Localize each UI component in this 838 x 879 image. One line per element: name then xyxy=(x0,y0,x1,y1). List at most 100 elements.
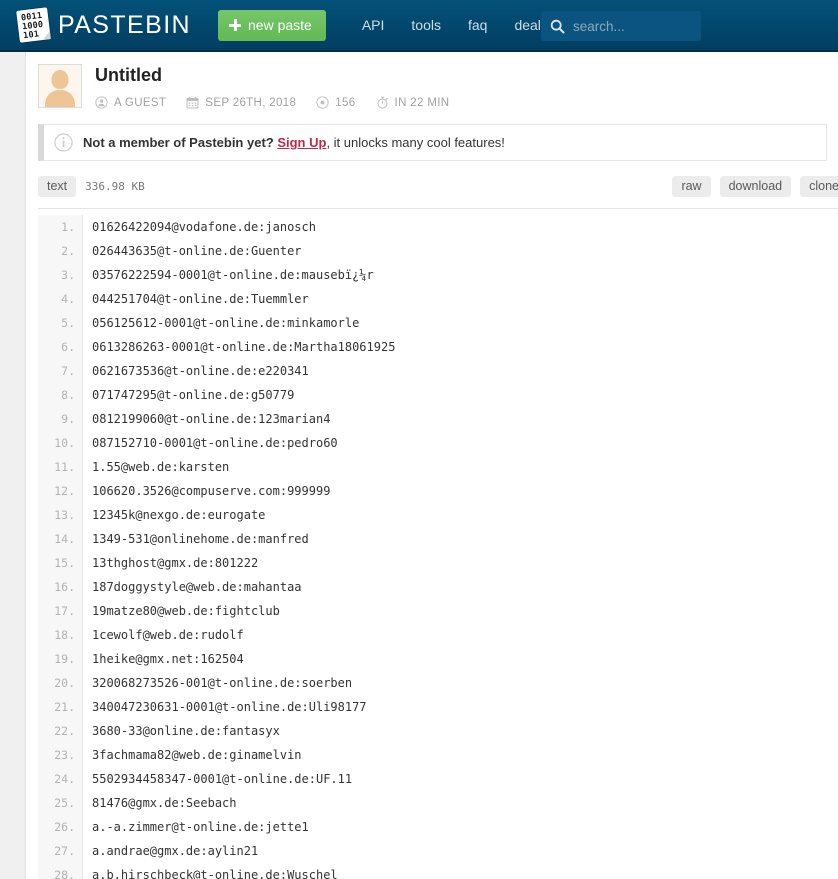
eye-icon xyxy=(316,96,329,109)
avatar xyxy=(38,64,82,108)
clone-button[interactable]: clone xyxy=(800,176,838,197)
pastebin-logo-icon: 0011 1000 101 xyxy=(16,7,51,43)
code-line: 3680-33@online.de:fantasyx xyxy=(92,724,280,738)
line-number: 25. xyxy=(54,796,75,810)
code-line: 03576222594-0001@t-online.de:mausebï¿¼r xyxy=(92,268,374,282)
code-line: 3fachmama82@web.de:ginamelvin xyxy=(92,748,302,762)
code-line: 0621673536@t-online.de:e220341 xyxy=(92,364,309,378)
line-number: 27. xyxy=(54,844,75,858)
code-line: 01626422094@vodafone.de:janosch xyxy=(92,220,316,234)
meta-author: A GUEST xyxy=(95,96,166,109)
meta-author-text: A GUEST xyxy=(114,96,167,109)
paste-toolbar: text 336.98 KB raw download clone xyxy=(38,176,838,209)
code-line: 81476@gmx.de:Seebach xyxy=(92,796,237,810)
raw-button[interactable]: raw xyxy=(672,176,711,197)
line-number: 8. xyxy=(61,388,75,402)
code-line: 320068273526-001@t-online.de:soerben xyxy=(92,676,353,690)
paste-title: Untitled xyxy=(95,65,162,85)
page-body: Untitled A GUEST SEP 26TH, 2018 156 IN 2… xyxy=(0,52,838,879)
search-input[interactable] xyxy=(573,18,688,34)
code-line: 5502934458347-0001@t-online.de:UF.11 xyxy=(92,772,353,786)
logo-bit-line: 101 xyxy=(22,29,40,42)
line-number: 14. xyxy=(54,532,75,546)
content-panel: Untitled A GUEST SEP 26TH, 2018 156 IN 2… xyxy=(25,52,838,879)
stopwatch-icon xyxy=(377,96,388,109)
line-number: 11. xyxy=(54,460,75,474)
code-line: 087152710-0001@t-online.de:pedro60 xyxy=(92,436,338,450)
line-number: 4. xyxy=(61,292,75,306)
line-number: 20. xyxy=(54,676,75,690)
code-line: 0613286263-0001@t-online.de:Martha180619… xyxy=(92,340,396,354)
meta-views-text: 156 xyxy=(335,96,356,109)
search-icon xyxy=(550,19,565,33)
signup-alert-suffix: , it unlocks many cool features! xyxy=(326,135,505,150)
line-number: 12. xyxy=(54,484,75,498)
code-line: a.-a.zimmer@t-online.de:jette1 xyxy=(92,820,309,834)
code-line: 13thghost@gmx.de:801222 xyxy=(92,556,259,570)
line-number: 9. xyxy=(61,412,75,426)
code-line: 340047230631-0001@t-online.de:Uli98177 xyxy=(92,700,367,714)
line-number: 1. xyxy=(61,220,75,234)
pastebin-logo[interactable]: 0011 1000 101 PASTEBIN xyxy=(16,7,191,43)
nav-link-faq[interactable]: faq xyxy=(468,17,487,33)
format-button[interactable]: text xyxy=(38,176,77,197)
paste-metadata: A GUEST SEP 26TH, 2018 156 IN 22 MIN xyxy=(95,96,469,109)
code-line: 1heike@gmx.net:162504 xyxy=(92,652,244,666)
line-number-gutter: 1. 2. 3. 4. 5. 6. 7. 8. 9. 10. 11. 12. 13. 14. 15. 16. 1… xyxy=(38,215,83,879)
line-number: 22. xyxy=(54,724,75,738)
line-number: 18. xyxy=(54,628,75,642)
line-number: 3. xyxy=(61,268,75,282)
nav-link-tools[interactable]: tools xyxy=(411,17,441,33)
top-navigation-bar: 0011 1000 101 PASTEBIN new paste API too… xyxy=(0,0,838,52)
meta-expiry: IN 22 MIN xyxy=(376,96,450,109)
signup-alert-prefix: Not a member of Pastebin yet? xyxy=(83,135,278,150)
sign-up-link[interactable]: Sign Up xyxy=(277,135,326,150)
line-number: 2. xyxy=(61,244,75,258)
user-icon xyxy=(95,96,108,109)
calendar-icon xyxy=(186,96,199,109)
line-number: 23. xyxy=(54,748,75,762)
line-number: 15. xyxy=(54,556,75,570)
line-number: 19. xyxy=(54,652,75,666)
code-line: a.andrae@gmx.de:aylin21 xyxy=(92,844,259,858)
line-number: 26. xyxy=(54,820,75,834)
line-number: 6. xyxy=(61,340,75,354)
code-line: 056125612-0001@t-online.de:minkamorle xyxy=(92,316,360,330)
code-line: 071747295@t-online.de:g50779 xyxy=(92,388,295,402)
meta-date: SEP 26TH, 2018 xyxy=(186,96,296,109)
line-number: 16. xyxy=(54,580,75,594)
code-line: 1cewolf@web.de:rudolf xyxy=(92,628,244,642)
paste-header: Untitled A GUEST SEP 26TH, 2018 156 IN 2… xyxy=(26,52,838,114)
code-line: 1349-531@onlinehome.de:manfred xyxy=(92,532,309,546)
code-line: 044251704@t-online.de:Tuemmler xyxy=(92,292,309,306)
code-line: 1.55@web.de:karsten xyxy=(92,460,230,474)
meta-views: 156 xyxy=(316,96,355,109)
line-number: 5. xyxy=(61,316,75,330)
brand-name: PASTEBIN xyxy=(58,10,191,39)
line-number: 17. xyxy=(54,604,75,618)
code-line: 026443635@t-online.de:Guenter xyxy=(92,244,302,258)
code-line: 187doggystyle@web.de:mahantaa xyxy=(92,580,302,594)
download-button[interactable]: download xyxy=(719,176,792,197)
line-number: 10. xyxy=(54,436,75,450)
meta-date-text: SEP 26TH, 2018 xyxy=(205,96,297,109)
new-paste-label: new paste xyxy=(248,17,312,33)
line-number: 13. xyxy=(54,508,75,522)
paste-content: 1. 2. 3. 4. 5. 6. 7. 8. 9. 10. 11. 12. 13. 14. 15. 16. 1… xyxy=(38,209,838,879)
nav-link-api[interactable]: API xyxy=(362,17,385,33)
line-number: 28. xyxy=(54,868,75,879)
code-line: 0812199060@t-online.de:123marian4 xyxy=(92,412,331,426)
plus-icon xyxy=(229,19,241,31)
meta-expiry-text: IN 22 MIN xyxy=(394,96,450,109)
code-line: a.b.hirschbeck@t-online.de:Wuschel xyxy=(92,868,338,879)
signup-alert-text: Not a member of Pastebin yet? Sign Up, i… xyxy=(83,135,505,150)
info-icon xyxy=(54,133,73,152)
search-box[interactable] xyxy=(541,11,701,41)
code-lines[interactable]: 01626422094@vodafone.de:janosch 026443635… xyxy=(83,215,838,879)
code-line: 106620.3526@compuserve.com:999999 xyxy=(92,484,331,498)
line-number: 21. xyxy=(54,700,75,714)
code-line: 19matze80@web.de:fightclub xyxy=(92,604,280,618)
line-number: 24. xyxy=(54,772,75,786)
line-number: 7. xyxy=(61,364,75,378)
new-paste-button[interactable]: new paste xyxy=(218,9,326,41)
